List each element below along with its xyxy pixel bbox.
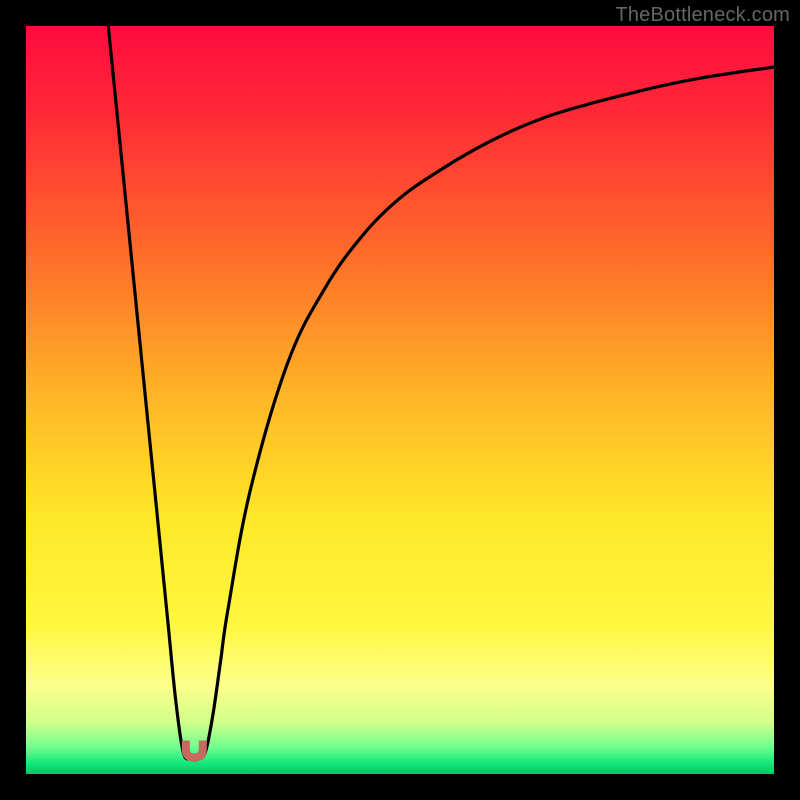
chart-plot-area bbox=[26, 26, 774, 774]
bottleneck-chart bbox=[26, 26, 774, 774]
attribution-text: TheBottleneck.com bbox=[615, 4, 790, 27]
gradient-background bbox=[26, 26, 774, 774]
